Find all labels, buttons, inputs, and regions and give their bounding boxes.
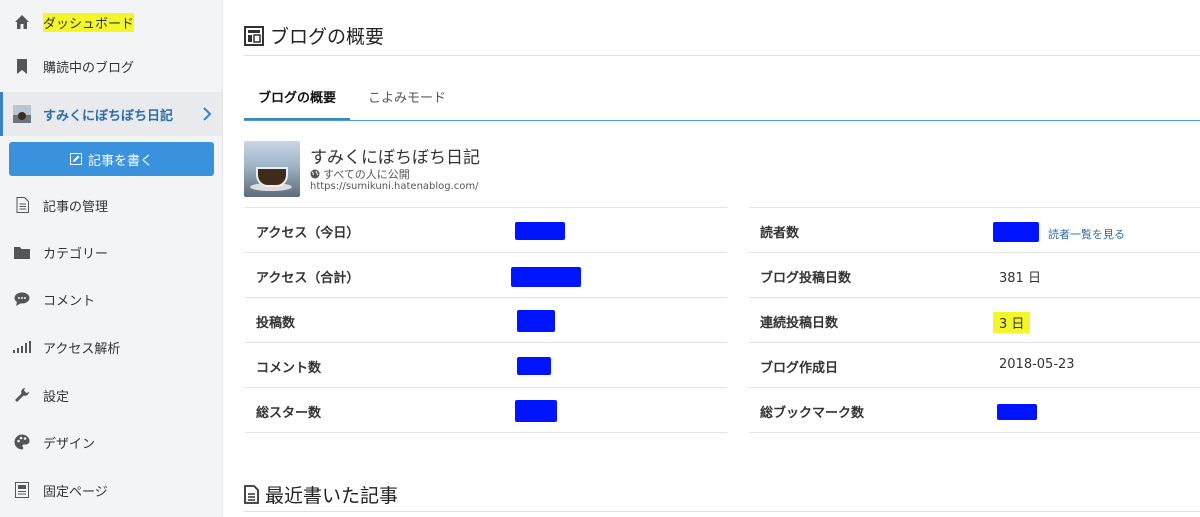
page-title: ブログの概要	[244, 22, 384, 49]
redaction-mark	[993, 222, 1039, 242]
stat-value: 381 日	[999, 271, 1041, 286]
visibility-label: すべての人に公開	[323, 168, 410, 181]
sidebar-item-design[interactable]: デザイン	[0, 420, 222, 464]
redaction-mark	[517, 310, 555, 332]
blog-avatar-icon	[13, 105, 31, 123]
write-article-label: 記事を書く	[87, 153, 153, 169]
section-title: 最近書いた記事	[244, 481, 398, 508]
stats-left: アクセス（今日） アクセス（合計） 投稿数 コメント数 総スター数	[245, 207, 727, 433]
sidebar-item-settings[interactable]: 設定	[0, 373, 222, 417]
sidebar-item-label: 固定ページ	[43, 484, 108, 500]
redaction-mark	[997, 404, 1037, 420]
stat-value: 2018-05-23	[999, 357, 1075, 372]
stat-label: アクセス（合計）	[256, 271, 360, 286]
blog-url[interactable]: https://sumikuni.hatenablog.com/	[310, 181, 479, 192]
stat-label: ブログ投稿日数	[760, 271, 852, 286]
table-row: 連続投稿日数 3 日	[749, 297, 1200, 342]
blog-name[interactable]: すみくにぼちぼち日記	[310, 143, 480, 168]
sidebar-item-label: ダッシュボード	[43, 12, 135, 32]
sidebar: ダッシュボード 購読中のブログ すみくにぼちぼち日記 記事を書く 記事の管理 カ…	[0, 0, 223, 517]
table-row: アクセス（今日）	[245, 207, 727, 252]
table-row: コメント数	[245, 342, 727, 387]
stat-label: コメント数	[256, 361, 322, 376]
main-content: ブログの概要 ブログの概要 こよみモード すみくにぼちぼち日記 すべての人に公開…	[222, 0, 1200, 517]
redaction-mark	[511, 267, 581, 287]
table-row: ブログ投稿日数 381 日	[749, 252, 1200, 297]
sidebar-item-label: 設定	[43, 389, 70, 405]
sidebar-item-dashboard[interactable]: ダッシュボード	[0, 0, 222, 44]
sidebar-item-fixed-pages[interactable]: 固定ページ	[0, 468, 222, 512]
sidebar-item-label: 購読中のブログ	[43, 60, 135, 76]
sidebar-item-subscriptions[interactable]: 購読中のブログ	[0, 44, 222, 88]
globe-icon	[310, 169, 320, 179]
redaction-mark	[515, 400, 557, 422]
edit-icon	[69, 153, 82, 165]
table-row: 投稿数	[245, 297, 727, 342]
visibility: すべての人に公開	[310, 166, 410, 182]
table-row: 総スター数	[245, 387, 727, 433]
table-row: アクセス（合計）	[245, 252, 727, 297]
section-title-text: 最近書いた記事	[265, 485, 399, 507]
redaction-mark	[517, 357, 551, 375]
sidebar-item-comments[interactable]: コメント	[0, 277, 222, 321]
home-icon	[13, 13, 31, 31]
table-row: 総ブックマーク数	[749, 387, 1200, 433]
stat-value: 3 日	[993, 312, 1031, 333]
stats-right: 読者数 読者一覧を見る ブログ投稿日数 381 日 連続投稿日数 3 日 ブログ…	[749, 207, 1200, 433]
wrench-icon	[13, 386, 31, 404]
sidebar-item-analytics[interactable]: アクセス解析	[0, 325, 222, 369]
page-icon	[13, 481, 31, 499]
blog-thumbnail[interactable]	[244, 141, 300, 197]
stat-label: 投稿数	[256, 316, 296, 331]
folder-icon	[13, 243, 31, 261]
sidebar-item-articles[interactable]: 記事の管理	[0, 183, 222, 227]
chevron-right-icon	[200, 105, 214, 123]
comment-icon	[13, 290, 31, 308]
table-row: 読者数 読者一覧を見る	[749, 207, 1200, 252]
subscribers-list-link[interactable]: 読者一覧を見る	[1048, 226, 1125, 242]
stat-label: ブログ作成日	[760, 361, 839, 376]
stat-label: 読者数	[760, 226, 800, 241]
page-title-text: ブログの概要	[270, 26, 385, 48]
tab-overview[interactable]: ブログの概要	[244, 80, 351, 120]
stat-label: アクセス（今日）	[256, 226, 360, 241]
stat-label: 総スター数	[256, 406, 322, 421]
blog-header: すみくにぼちぼち日記 すべての人に公開 https://sumikuni.hat…	[244, 141, 644, 199]
divider	[244, 55, 1200, 56]
sidebar-item-label: カテゴリー	[43, 246, 109, 262]
sidebar-item-label: デザイン	[43, 436, 96, 452]
document-icon	[13, 196, 31, 214]
sidebar-item-blog[interactable]: すみくにぼちぼち日記	[0, 92, 222, 136]
sidebar-item-categories[interactable]: カテゴリー	[0, 230, 222, 274]
write-article-button[interactable]: 記事を書く	[9, 142, 214, 176]
sidebar-item-label: 記事の管理	[43, 199, 109, 215]
bookmark-icon	[13, 57, 31, 75]
palette-icon	[13, 433, 31, 451]
redaction-mark	[515, 222, 565, 240]
tab-calendar-mode[interactable]: こよみモード	[354, 80, 460, 118]
layout-icon	[244, 25, 264, 46]
document-icon	[244, 485, 259, 504]
divider	[244, 511, 1200, 512]
stat-label: 総ブックマーク数	[760, 406, 865, 421]
sidebar-item-label: すみくにぼちぼち日記	[43, 108, 174, 124]
bar-signal-icon	[13, 338, 31, 356]
sidebar-item-label: コメント	[43, 293, 96, 309]
tab-bar: ブログの概要 こよみモード	[244, 80, 1200, 121]
sidebar-item-label: アクセス解析	[43, 341, 121, 357]
stat-label: 連続投稿日数	[760, 316, 839, 331]
table-row: ブログ作成日 2018-05-23	[749, 342, 1200, 387]
